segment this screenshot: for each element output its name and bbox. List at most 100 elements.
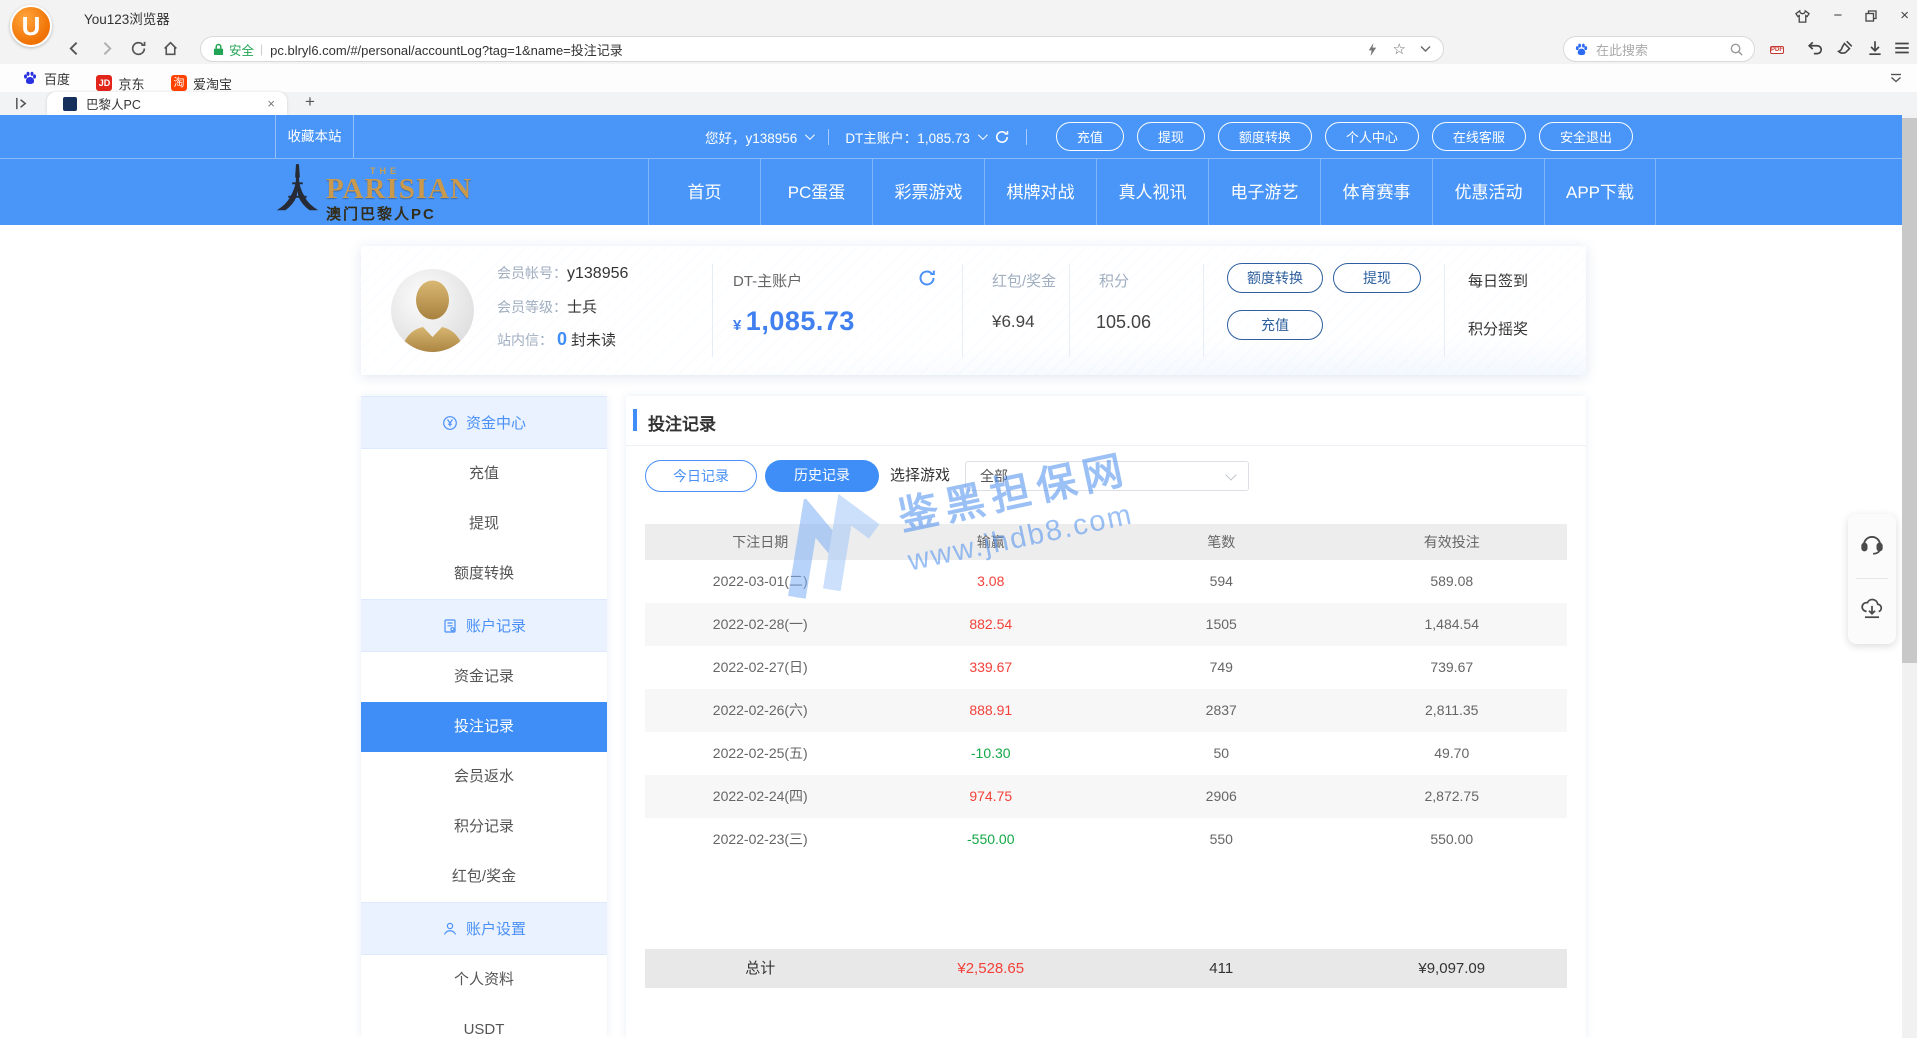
sidebar-item-account-records[interactable]: 账户记录 xyxy=(361,599,607,652)
bookmark-label: 京东 xyxy=(118,74,144,93)
undo-icon[interactable] xyxy=(1806,39,1824,57)
wallet-amount-value: 1,085.73 xyxy=(746,306,855,336)
sidebar-item-fund-center[interactable]: 资金中心 xyxy=(361,396,607,449)
nav-item-promotions[interactable]: 优惠活动 xyxy=(1432,159,1544,226)
title-accent-bar xyxy=(633,409,637,431)
sidebar-item-quota-transfer[interactable]: 额度转换 xyxy=(361,549,607,599)
bet-records-table: 下注日期输赢笔数有效投注 2022-03-01(二)3.08594589.082… xyxy=(645,524,1567,861)
home-icon[interactable] xyxy=(162,40,180,58)
sidebar-item-withdraw[interactable]: 提现 xyxy=(361,499,607,549)
urlbar-dropdown-icon[interactable] xyxy=(1420,45,1431,53)
forward-icon[interactable] xyxy=(98,40,116,58)
table-cell: 749 xyxy=(1106,646,1337,689)
table-header-cell: 下注日期 xyxy=(645,524,876,560)
sidebar-item-points-records[interactable]: 积分记录 xyxy=(361,802,607,852)
theme-skin-icon[interactable] xyxy=(1794,9,1811,24)
sidebar-item-label: 红包/奖金 xyxy=(452,868,516,885)
account-chevron-icon xyxy=(978,130,988,140)
topbar-button-quota-transfer[interactable]: 额度转换 xyxy=(1218,122,1312,151)
menu-icon[interactable] xyxy=(1893,39,1911,57)
nav-item-app-download[interactable]: APP下载 xyxy=(1544,159,1656,226)
topbar-button-online-service[interactable]: 在线客服 xyxy=(1432,122,1526,151)
table-cell: 550.00 xyxy=(1337,818,1568,861)
nav-item-lottery[interactable]: 彩票游戏 xyxy=(872,159,984,226)
reader-bolt-icon[interactable] xyxy=(1366,42,1379,57)
filters-row: 今日记录 历史记录 选择游戏 全部 xyxy=(626,460,1586,492)
game-select-dropdown[interactable]: 全部 xyxy=(965,461,1249,491)
table-cell: 2022-03-01(二) xyxy=(645,560,876,603)
withdraw-button[interactable]: 提现 xyxy=(1333,263,1421,293)
sidebar-item-bet-records[interactable]: 投注记录 xyxy=(361,702,607,752)
restore-button[interactable] xyxy=(1864,9,1878,23)
minimize-button[interactable]: − xyxy=(1833,7,1842,25)
sidebar-item-redpacket-bonus[interactable]: 红包/奖金 xyxy=(361,852,607,902)
favorite-site-link[interactable]: 收藏本站 xyxy=(275,115,354,158)
bookmark-star-icon[interactable]: ☆ xyxy=(1393,40,1406,58)
daily-signin-link[interactable]: 每日签到 xyxy=(1468,270,1528,291)
user-greeting[interactable]: 您好，y138956 xyxy=(705,127,797,147)
sidebar-item-personal-info[interactable]: 个人资料 xyxy=(361,955,607,1005)
window-title: You123浏览器 xyxy=(84,8,170,28)
site-logo[interactable]: THE PARISIAN 澳门巴黎人PC xyxy=(272,162,472,224)
sidebar-item-fund-records[interactable]: 资金记录 xyxy=(361,652,607,702)
search-box[interactable]: 在此搜索 xyxy=(1563,36,1755,62)
sidebar-item-usdt[interactable]: USDT xyxy=(361,1005,607,1038)
member-level-value: 士兵 xyxy=(567,299,597,316)
topbar-button-deposit[interactable]: 充值 xyxy=(1056,122,1124,151)
table-cell: 1,484.54 xyxy=(1337,603,1568,646)
mailbox-label: 站内信： xyxy=(497,332,553,348)
bookmark-baidu[interactable]: 百度 xyxy=(22,64,70,92)
quota-transfer-button[interactable]: 额度转换 xyxy=(1227,263,1323,293)
member-level-label: 会员等级： xyxy=(497,299,567,315)
mailbox-row[interactable]: 站内信：0封未读 xyxy=(497,329,616,350)
deposit-button[interactable]: 充值 xyxy=(1227,310,1323,340)
sidebar-item-deposit[interactable]: 充值 xyxy=(361,449,607,499)
collapse-toolbar-icon[interactable] xyxy=(1889,73,1903,84)
address-bar[interactable]: 安全 | pc.blryl6.com/#/personal/accountLog… xyxy=(200,36,1444,62)
new-tab-button[interactable]: + xyxy=(305,92,315,112)
points-lottery-link[interactable]: 积分摇奖 xyxy=(1468,318,1528,339)
nav-item-sports[interactable]: 体育赛事 xyxy=(1320,159,1432,226)
tab-close-icon[interactable]: × xyxy=(267,96,275,111)
nav-item-pcdd[interactable]: PC蛋蛋 xyxy=(760,159,872,226)
topbar-button-personal-center[interactable]: 个人中心 xyxy=(1325,122,1419,151)
sidebar-item-label: 提现 xyxy=(469,515,499,532)
customer-service-icon[interactable] xyxy=(1859,531,1885,557)
refresh-balance-icon[interactable] xyxy=(994,129,1010,145)
nav-item-slots[interactable]: 电子游艺 xyxy=(1208,159,1320,226)
logo-parisian: PARISIAN xyxy=(326,176,472,202)
profile-card: 会员帐号：y138956 会员等级：士兵 站内信：0封未读 DT-主账户 ¥ 1… xyxy=(361,246,1586,375)
table-cell: 2022-02-25(五) xyxy=(645,732,876,775)
table-header-cell: 有效投注 xyxy=(1337,524,1568,560)
clean-brush-icon[interactable] xyxy=(1836,39,1854,57)
reload-icon[interactable] xyxy=(130,40,148,58)
topbar-button-logout[interactable]: 安全退出 xyxy=(1539,122,1633,151)
download-icon[interactable] xyxy=(1866,39,1884,57)
topbar-button-withdraw[interactable]: 提现 xyxy=(1137,122,1205,151)
table-cell: 2,811.35 xyxy=(1337,689,1568,732)
table-cell: 550 xyxy=(1106,818,1337,861)
scrollbar-thumb[interactable] xyxy=(1902,118,1917,663)
wallet-refresh-icon[interactable] xyxy=(917,268,937,288)
sidebar-item-account-settings[interactable]: 账户设置 xyxy=(361,902,607,955)
avatar[interactable] xyxy=(391,269,474,352)
tab-sidebar-toggle-icon[interactable] xyxy=(14,96,29,111)
tab-history-records[interactable]: 历史记录 xyxy=(765,460,879,492)
main-account-balance[interactable]: DT主账户：1,085.73 xyxy=(845,127,970,147)
pdf-tool-icon[interactable]: PDF xyxy=(1770,38,1784,59)
back-icon[interactable] xyxy=(66,40,84,58)
cloud-download-icon[interactable] xyxy=(1859,595,1885,621)
nav-item-board-games[interactable]: 棋牌对战 xyxy=(984,159,1096,226)
scrollbar-track[interactable] xyxy=(1902,115,1917,1038)
browser-tab[interactable]: 巴黎人PC × xyxy=(47,92,287,115)
browser-logo[interactable]: U xyxy=(10,5,52,47)
sidebar-item-member-rebate[interactable]: 会员返水 xyxy=(361,752,607,802)
sidebar-item-label: 账户设置 xyxy=(466,921,526,938)
nav-item-home[interactable]: 首页 xyxy=(648,159,760,226)
table-header-row: 下注日期输赢笔数有效投注 xyxy=(645,524,1567,560)
close-button[interactable]: × xyxy=(1900,7,1909,25)
url-text[interactable]: pc.blryl6.com/#/personal/accountLog?tag=… xyxy=(270,40,623,59)
search-magnifier-icon[interactable] xyxy=(1729,42,1744,57)
nav-item-live-casino[interactable]: 真人视讯 xyxy=(1096,159,1208,226)
tab-today-records[interactable]: 今日记录 xyxy=(645,460,757,492)
